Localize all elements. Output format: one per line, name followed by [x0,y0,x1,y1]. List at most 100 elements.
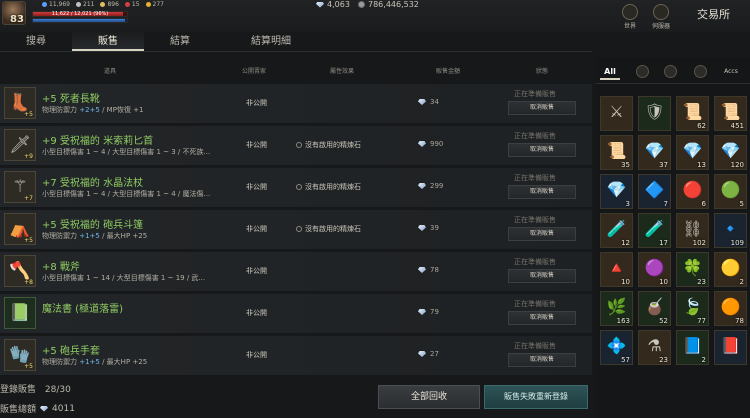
filter-accs[interactable]: Accs [718,64,744,80]
inventory-slot[interactable]: ⚗ 23 [638,330,671,365]
inventory-slot[interactable]: 🧉 52 [638,291,671,326]
inventory-slot[interactable]: 🟢 5 [714,174,747,209]
dagger-icon: 🗡 [9,135,31,155]
price-value: 990 [430,140,444,148]
inventory-slot[interactable]: ⚔ [600,96,633,131]
sale-status: 正在準備販售 [514,174,556,182]
diamond-icon [316,1,324,8]
price-value: 27 [430,350,439,358]
cancel-sale-button[interactable]: 取消販售 [508,311,576,325]
world-button[interactable]: 世界 [622,4,638,30]
item-count: 57 [621,356,630,364]
tab-settle-details[interactable]: 結算明細 [216,32,326,51]
sale-row[interactable]: 🗡 +9 +9 受祝福的 米索莉匕首 小型目標傷害 1 ~ 4 / 大型目標傷害… [0,126,592,166]
inventory-slot[interactable]: 🔺 10 [600,252,633,287]
sale-row[interactable]: 👢 +5 +5 死者長靴 物理防禦力 +2+5 / MP恢復 +1 非公開 34… [0,84,592,124]
cancel-sale-button[interactable]: 取消販售 [508,227,576,241]
collect-all-button[interactable]: 全部回收 [378,385,480,409]
sale-row[interactable]: 🧤 +5 +5 砲兵手套 物理防禦力 +1+5 / 最大HP +25 非公開 2… [0,336,592,376]
visibility: 非公開 [246,225,267,233]
sale-status: 正在準備販售 [514,216,556,224]
price-value: 78 [430,266,439,274]
inventory-slot[interactable]: 📕 [714,330,747,365]
diamond-icon [418,183,426,189]
inventory-slot[interactable]: 🟠 78 [714,291,747,326]
inventory-slot[interactable]: 💎 120 [714,135,747,170]
inventory-slot[interactable]: 🟡 2 [714,252,747,287]
diamond-icon [418,351,426,357]
enhance-level: +5 [24,111,33,118]
cancel-sale-button[interactable]: 取消販售 [508,185,576,199]
inventory-slot[interactable]: 📜 35 [600,135,633,170]
inventory-slot[interactable]: 💎 37 [638,135,671,170]
inventory-slot[interactable]: 🔷 7 [638,174,671,209]
stat-item: 15 [124,1,140,8]
tab-search[interactable]: 搜尋 [0,32,72,51]
diamond-icon [418,309,426,315]
sale-row[interactable]: 📗 魔法書 (極道落雷) 非公開 79 正在準備販售 取消販售 [0,294,592,334]
inventory-slot[interactable]: 🟣 10 [638,252,671,287]
player-level: 83 [10,14,24,25]
sale-row[interactable]: ⚚ +7 +7 受祝福的 水晶法杖 小型目標傷害 1 ~ 4 / 大型目標傷害 … [0,168,592,208]
inventory-slot[interactable]: 🛡 [638,96,671,131]
filter-pouch[interactable] [660,64,680,80]
attribute-effect: 沒有啟用的精煉石 [296,182,361,192]
registered-label: 登錄販售 [0,385,37,395]
inventory-slot[interactable]: 🔴 6 [676,174,709,209]
sale-status: 正在準備販售 [514,342,556,350]
diamond-icon [418,99,426,105]
desc-text: 物理防禦力 [42,358,80,366]
sale-price: 78 [418,266,439,274]
item-description: 物理防禦力 +2+5 / MP恢復 +1 [42,105,144,115]
inventory-slot[interactable]: 🍀 23 [676,252,709,287]
item-description: 物理防禦力 +1+5 / 最大HP +25 [42,231,147,241]
desc-text: 物理防禦力 [42,232,80,240]
adena-icon [358,1,365,8]
tab-sell[interactable]: 販售 [72,32,144,51]
attribute-text: 沒有啟用的精煉石 [305,183,361,191]
bottle-icon: 🧪 [606,219,627,238]
enhance-level: +5 [24,363,33,370]
blue-crystal-icon: 💎 [606,180,627,199]
tab-settle[interactable]: 結算 [144,32,216,51]
inventory-slot[interactable]: 📜 451 [714,96,747,131]
adena-balance: 786,446,532 [358,0,419,9]
visibility: 非公開 [246,141,267,149]
filter-scroll[interactable] [690,64,710,80]
sale-row[interactable]: ⛺ +5 +5 受祝福的 砲兵斗篷 物理防禦力 +1+5 / 最大HP +25 … [0,210,592,250]
inventory-slot[interactable]: 🍃 77 [676,291,709,326]
item-count: 102 [692,239,706,247]
item-count: 7 [663,200,668,208]
inventory-slot[interactable]: 💎 3 [600,174,633,209]
red-gem-icon: 🔴 [682,180,703,199]
inventory-slot[interactable]: 🧪 12 [600,213,633,248]
cancel-sale-button[interactable]: 取消販售 [508,269,576,283]
inventory-slot[interactable]: 📜 62 [676,96,709,131]
inventory-slot[interactable]: 💎 13 [676,135,709,170]
server-button[interactable]: 伺服器 [652,4,670,30]
cancel-sale-button[interactable]: 取消販售 [508,101,576,115]
column-visibility: 公開賣家 [242,68,267,75]
item-icon-box: 🗡 +9 [4,129,36,161]
cancel-sale-button[interactable]: 取消販售 [508,353,576,367]
inventory-slot[interactable]: 🌿 163 [600,291,633,326]
diamond-icon [418,141,426,147]
filter-helmet[interactable] [632,64,652,80]
inventory-slot[interactable]: ⛓ 102 [676,213,709,248]
sale-row[interactable]: 🪓 +8 +8 戰斧 小型目標傷害 1 ~ 14 / 大型目標傷害 1 ~ 19… [0,252,592,292]
inventory-slot[interactable]: 📘 2 [676,330,709,365]
attribute-effect: 沒有啟用的精煉石 [296,224,361,234]
top-bar: 83 11,969 211 896 15 277 11,622 / 12,021… [0,0,750,32]
inventory-slot[interactable]: 🧪 17 [638,213,671,248]
gold-ore-icon: 🟡 [720,258,741,277]
item-name: +5 受祝福的 砲兵斗篷 [42,220,144,231]
inventory-slot[interactable]: 🔹 109 [714,213,747,248]
filter-all[interactable]: All [600,64,620,80]
item-count: 37 [659,161,668,169]
visibility: 非公開 [246,99,267,107]
reregister-failed-button[interactable]: 販售失敗重新登錄 [484,385,588,409]
inventory-slot[interactable]: 💠 57 [600,330,633,365]
axe-icon: 🪓 [9,261,31,281]
staff-icon: ⚚ [12,177,28,197]
cancel-sale-button[interactable]: 取消販售 [508,143,576,157]
